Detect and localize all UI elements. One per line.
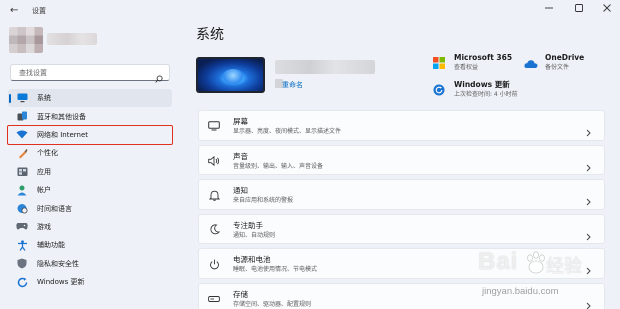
sidebar-item-label: 隐私和安全性 <box>37 259 79 268</box>
quick-link-subtitle: 备份文件 <box>545 64 570 71</box>
wifi-icon <box>16 129 28 141</box>
card-title: 通知 <box>233 186 248 195</box>
microsoft-logo-icon <box>433 54 446 69</box>
chevron-right-icon <box>586 295 591 309</box>
quick-link-title: Windows 更新 <box>454 80 510 89</box>
bluetooth-icon <box>16 111 28 123</box>
sidebar-item-apps[interactable]: 应用 <box>8 163 172 181</box>
sidebar-nav: 系统 蓝牙和其他设备 网络和 Internet 个性化 应用 帐户 时间和语言 … <box>7 89 173 291</box>
brush-icon <box>16 147 28 159</box>
settings-card-display[interactable]: 屏幕 显示器、亮度、夜间模式、显示描述文件 <box>198 110 605 141</box>
sidebar-item-time-language[interactable]: 时间和语言 <box>8 199 172 217</box>
quick-link-title: OneDrive <box>545 53 585 62</box>
sidebar-item-system[interactable]: 系统 <box>8 89 172 108</box>
update-icon <box>433 81 446 96</box>
settings-card-sound[interactable]: 声音 音量级别、输出、输入、声音设备 <box>198 144 605 176</box>
power-icon <box>208 258 220 270</box>
gamepad-icon <box>16 221 28 233</box>
settings-search-box[interactable] <box>10 64 170 83</box>
windows-update-link[interactable]: Windows 更新 上次检查时间: 4 小时前 <box>433 80 518 99</box>
username-blurred <box>47 33 97 45</box>
sidebar-item-gaming[interactable]: 游戏 <box>8 218 172 236</box>
bell-icon <box>208 189 220 201</box>
card-subtitle: 通知、自动规则 <box>233 231 276 239</box>
settings-card-power-battery[interactable]: 电源和电池 睡眠、电池使用情况、节电模式 <box>198 248 605 279</box>
accessibility-icon <box>16 239 28 251</box>
sidebar-item-label: 系统 <box>37 94 51 103</box>
device-name-blurred <box>275 60 375 74</box>
card-subtitle: 来自应用和系统的警报 <box>233 197 294 204</box>
sidebar-item-network[interactable]: 网络和 Internet <box>7 124 173 146</box>
card-title: 存储 <box>233 289 248 299</box>
sidebar-item-personalization[interactable]: 个性化 <box>8 144 172 162</box>
apps-icon <box>16 166 28 178</box>
microsoft-365-link[interactable]: Microsoft 365 查看权益 <box>433 53 512 72</box>
minimize-button[interactable] <box>536 2 562 16</box>
onedrive-link[interactable]: OneDrive 备份文件 <box>524 53 584 72</box>
chevron-right-icon <box>586 260 591 279</box>
chevron-right-icon <box>586 122 591 141</box>
card-subtitle: 显示器、亮度、夜间模式、显示描述文件 <box>233 128 342 135</box>
storage-icon <box>208 293 220 305</box>
chevron-right-icon <box>586 226 591 245</box>
card-subtitle: 存储空间、驱动器、配置规则 <box>233 300 312 308</box>
close-button[interactable] <box>594 2 620 16</box>
sidebar-item-windows-update[interactable]: Windows 更新 <box>8 273 172 291</box>
window-title: 设置 <box>32 7 46 15</box>
user-avatar[interactable] <box>9 27 43 53</box>
chevron-right-icon <box>586 191 591 210</box>
update-icon <box>16 276 28 288</box>
sidebar-item-bluetooth[interactable]: 蓝牙和其他设备 <box>8 107 172 125</box>
back-arrow-icon[interactable]: ← <box>10 5 18 16</box>
monitor-icon <box>16 92 28 104</box>
shield-icon <box>16 258 28 270</box>
chevron-right-icon <box>586 157 591 176</box>
maximize-icon <box>575 4 583 12</box>
search-input[interactable] <box>19 67 149 79</box>
sidebar-item-privacy-security[interactable]: 隐私和安全性 <box>8 255 172 273</box>
active-indicator <box>9 94 11 103</box>
globe-clock-icon <box>16 203 28 215</box>
card-title: 屏幕 <box>233 117 248 126</box>
settings-card-list: 屏幕 显示器、亮度、夜间模式、显示描述文件 声音 音量级别、输出、输入、声音设备… <box>198 110 605 309</box>
quick-link-subtitle: 查看权益 <box>454 64 479 71</box>
sidebar-item-label: 网络和 Internet <box>37 130 89 139</box>
card-title: 电源和电池 <box>233 255 271 264</box>
sidebar-item-label: 个性化 <box>37 149 58 158</box>
settings-card-focus-assist[interactable]: 专注助手 通知、自动规则 <box>198 213 605 245</box>
sidebar-item-label: 辅助功能 <box>37 241 65 250</box>
title-bar: ← 设置 <box>0 0 620 22</box>
card-title: 声音 <box>233 151 248 161</box>
rename-link[interactable]: 重命名 <box>282 80 303 90</box>
settings-card-storage[interactable]: 存储 存储空间、驱动器、配置规则 <box>198 282 605 309</box>
moon-icon <box>208 224 220 236</box>
sidebar-item-label: 帐户 <box>37 186 51 195</box>
speaker-icon <box>208 155 220 167</box>
page-title: 系统 <box>196 27 224 43</box>
sidebar-item-label: 蓝牙和其他设备 <box>37 112 86 121</box>
card-subtitle: 睡眠、电池使用情况、节电模式 <box>233 266 318 273</box>
sidebar-item-accessibility[interactable]: 辅助功能 <box>8 236 172 254</box>
quick-link-subtitle: 上次检查时间: 4 小时前 <box>454 91 518 98</box>
card-title: 专注助手 <box>233 220 263 230</box>
settings-card-notifications[interactable]: 通知 来自应用和系统的警报 <box>198 179 605 210</box>
sidebar-item-label: Windows 更新 <box>37 278 85 287</box>
quick-link-title: Microsoft 365 <box>454 53 513 62</box>
cloud-icon <box>524 54 538 68</box>
minimize-icon <box>545 7 553 9</box>
sidebar-item-label: 游戏 <box>37 222 51 231</box>
maximize-button[interactable] <box>566 2 592 16</box>
card-subtitle: 音量级别、输出、输入、声音设备 <box>233 162 324 170</box>
sidebar-item-label: 应用 <box>37 167 51 176</box>
sidebar-item-label: 时间和语言 <box>37 204 72 213</box>
close-icon <box>603 4 611 12</box>
sidebar-item-accounts[interactable]: 帐户 <box>8 181 172 199</box>
display-icon <box>208 120 220 132</box>
search-icon[interactable] <box>155 68 163 87</box>
device-wallpaper-thumbnail <box>196 57 265 93</box>
person-icon <box>16 184 28 196</box>
